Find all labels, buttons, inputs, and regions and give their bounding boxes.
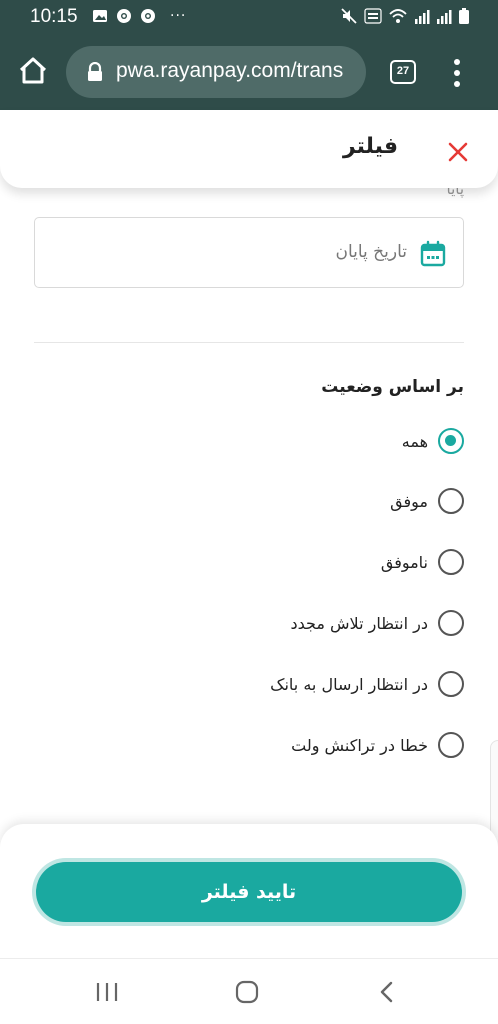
status-option-label: در انتظار تلاش مجدد	[290, 613, 428, 633]
divider	[34, 342, 464, 343]
chrome-icon	[141, 9, 155, 23]
radio-button[interactable]	[438, 610, 464, 636]
status-bar: 10:15 ···	[0, 0, 498, 34]
status-option-all[interactable]: همه	[402, 426, 464, 456]
status-option-label: موفق	[390, 491, 428, 511]
lock-icon	[88, 62, 102, 81]
home-icon[interactable]	[16, 54, 50, 88]
status-option-label: خطا در تراکنش ولت	[291, 735, 428, 755]
more-vert-icon[interactable]	[452, 58, 462, 88]
wifi-icon	[389, 9, 407, 23]
radio-button[interactable]	[438, 549, 464, 575]
status-option-label: در انتظار ارسال به بانک	[270, 674, 428, 694]
chrome-icon	[117, 9, 131, 23]
url-text: pwa.rayanpay.com/trans	[116, 59, 344, 82]
battery-icon	[459, 8, 469, 24]
signal-icon	[415, 10, 430, 24]
signal-icon	[437, 10, 452, 24]
more-notifications: ···	[170, 8, 187, 24]
browser-toolbar: pwa.rayanpay.com/trans 27	[0, 34, 498, 110]
status-option-success[interactable]: موفق	[390, 486, 464, 516]
radio-button[interactable]	[438, 732, 464, 758]
nav-home-icon[interactable]	[235, 980, 259, 1004]
status-time: 10:15	[30, 6, 78, 27]
confirm-filter-button[interactable]: تایید فیلتر	[36, 862, 462, 922]
status-left-icons: ···	[92, 8, 186, 24]
page-title: فیلتر	[342, 134, 398, 159]
status-right-icons	[340, 7, 470, 25]
radio-button-selected[interactable]	[438, 428, 464, 454]
radio-button[interactable]	[438, 671, 464, 697]
status-option-wallet-error[interactable]: خطا در تراکنش ولت	[291, 730, 464, 760]
end-date-placeholder: تاریخ پایان	[335, 242, 407, 262]
status-option-label: همه	[401, 431, 428, 451]
end-date-field[interactable]: تاریخ پایان	[34, 217, 464, 288]
recent-apps-icon[interactable]	[94, 981, 120, 1003]
tab-switcher-button[interactable]: 27	[390, 60, 416, 84]
back-icon[interactable]	[378, 980, 394, 1004]
system-nav-bar	[0, 958, 498, 1024]
status-filter-title: بر اساس وضعیت	[321, 377, 464, 397]
calendar-icon[interactable]	[419, 240, 447, 268]
filter-header: فیلتر	[0, 110, 498, 188]
image-icon	[93, 10, 107, 22]
close-icon[interactable]	[444, 138, 472, 166]
status-option-retry-pending[interactable]: در انتظار تلاش مجدد	[290, 608, 464, 638]
status-option-label: ناموفق	[380, 552, 428, 572]
status-option-failed[interactable]: ناموفق	[381, 547, 464, 577]
address-bar[interactable]: pwa.rayanpay.com/trans	[66, 46, 366, 98]
volte-icon	[364, 8, 382, 24]
mute-icon	[341, 8, 357, 24]
filter-footer: تایید فیلتر	[0, 824, 498, 958]
radio-button[interactable]	[438, 488, 464, 514]
status-option-bank-pending[interactable]: در انتظار ارسال به بانک	[270, 669, 464, 699]
